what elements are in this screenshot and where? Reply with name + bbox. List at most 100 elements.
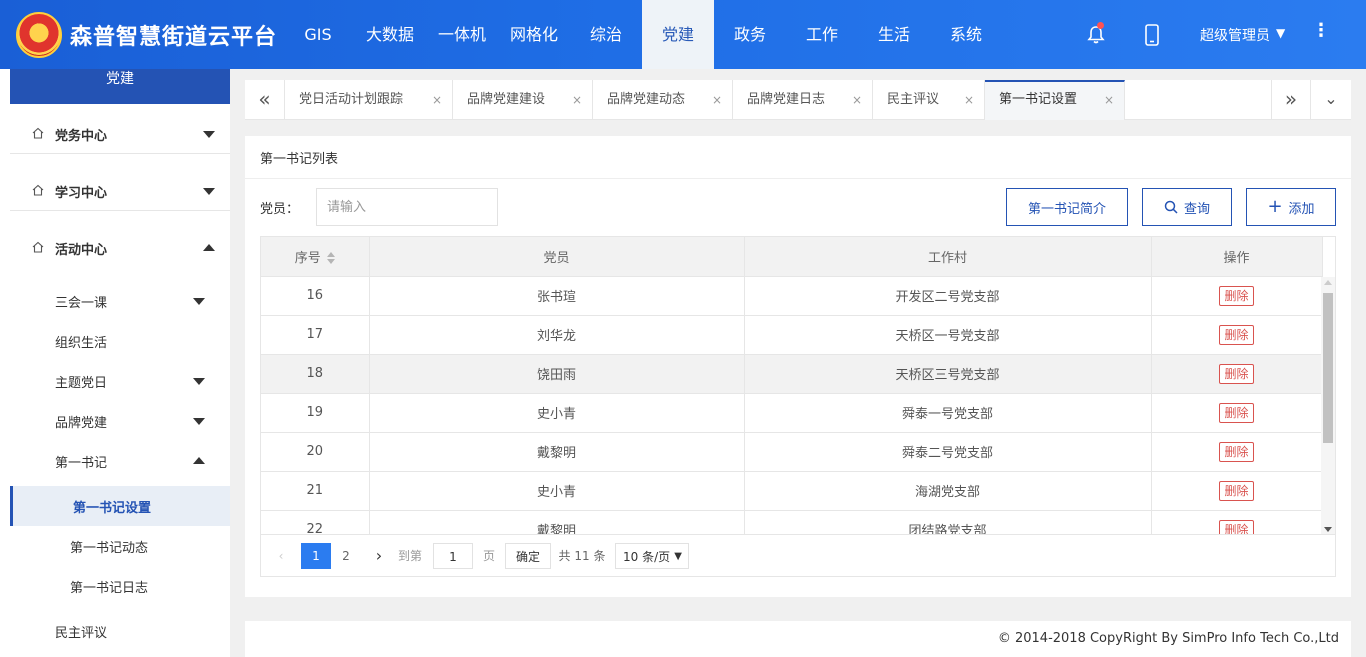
- table-row[interactable]: 16 张书瑄 开发区二号党支部 删除: [261, 276, 1323, 316]
- member-search-input[interactable]: [316, 188, 498, 226]
- next-page-icon[interactable]: ›: [369, 543, 389, 569]
- tab-scroll-right-icon[interactable]: »: [1271, 80, 1311, 120]
- close-icon[interactable]: ×: [1104, 82, 1114, 118]
- sidebar-cat-study[interactable]: 学习中心: [10, 171, 230, 211]
- table-row[interactable]: 19 史小青 舜泰一号党支部 删除: [261, 393, 1323, 433]
- cell-action: 删除: [1151, 276, 1323, 316]
- caret-down-icon[interactable]: ▼: [1276, 26, 1285, 40]
- tab-brand-log[interactable]: 品牌党建日志 ×: [733, 80, 873, 120]
- tab-menu-chevron-icon[interactable]: ⌄: [1311, 80, 1351, 120]
- chevron-up-icon[interactable]: [193, 457, 205, 464]
- add-button[interactable]: + 添加: [1246, 188, 1336, 226]
- table-row[interactable]: 22 戴黎明 团结路党支部 删除: [261, 510, 1323, 534]
- table-row[interactable]: 20 戴黎明 舜泰二号党支部 删除: [261, 432, 1323, 472]
- column-header-member: 党员: [369, 237, 745, 277]
- close-icon[interactable]: ×: [964, 80, 974, 120]
- sidebar-item-label: 第一书记设置: [73, 501, 152, 516]
- sidebar-item-theme-day[interactable]: 主题党日: [55, 372, 107, 391]
- table-row[interactable]: 18 饶田雨 天桥区三号党支部 删除: [261, 354, 1323, 394]
- cell-member: 戴黎明: [369, 510, 745, 534]
- delete-button[interactable]: 删除: [1219, 402, 1254, 423]
- page-2[interactable]: 2: [333, 543, 359, 569]
- column-header-village: 工作村: [744, 237, 1152, 277]
- delete-button[interactable]: 删除: [1219, 519, 1254, 534]
- delete-button[interactable]: 删除: [1219, 363, 1254, 384]
- search-label: 党员：: [260, 202, 300, 217]
- chevron-down-icon[interactable]: [193, 378, 205, 385]
- nav-item-governance[interactable]: 综治: [570, 0, 642, 69]
- tab-brand-build[interactable]: 品牌党建建设 ×: [453, 80, 593, 120]
- close-icon[interactable]: ×: [852, 80, 862, 120]
- tab-label: 第一书记设置: [999, 92, 1078, 107]
- scroll-down-icon[interactable]: [1324, 527, 1332, 532]
- more-vertical-icon[interactable]: ⋮: [1312, 22, 1330, 40]
- column-header-no[interactable]: 序号: [261, 237, 370, 277]
- delete-button[interactable]: 删除: [1219, 441, 1254, 462]
- sidebar-item-org-life[interactable]: 组织生活: [55, 332, 107, 351]
- cell-member: 刘华龙: [369, 315, 745, 355]
- table-scrollbar[interactable]: [1321, 277, 1335, 534]
- nav-item-bigdata[interactable]: 大数据: [354, 0, 426, 69]
- page-1[interactable]: 1: [301, 543, 331, 569]
- close-icon[interactable]: ×: [572, 80, 582, 120]
- nav-item-kiosk[interactable]: 一体机: [426, 0, 498, 69]
- sidebar-item-brand-party[interactable]: 品牌党建: [55, 412, 107, 431]
- cell-member: 张书瑄: [369, 276, 745, 316]
- close-icon[interactable]: ×: [432, 80, 442, 120]
- sidebar-item-first-secretary[interactable]: 第一书记: [55, 452, 107, 471]
- tab-first-secretary-settings[interactable]: 第一书记设置 ×: [985, 80, 1125, 120]
- page-size-select[interactable]: 10 条/页 ▼: [615, 543, 689, 569]
- sidebar-item-first-secretary-settings[interactable]: 第一书记设置: [10, 486, 230, 526]
- main-panel: 第一书记列表 党员： 第一书记简介 查询 + 添加 序号 党员 工作村 操作 1…: [245, 136, 1351, 597]
- cell-member: 史小青: [369, 471, 745, 511]
- sidebar-item-three-meetings[interactable]: 三会一课: [55, 292, 107, 311]
- tab-label: 党日活动计划跟踪: [299, 92, 404, 107]
- goto-page-input[interactable]: 1: [433, 543, 473, 569]
- scroll-up-icon[interactable]: [1324, 280, 1332, 285]
- bell-icon[interactable]: [1086, 25, 1106, 45]
- goto-confirm-button[interactable]: 确定: [505, 543, 551, 569]
- sidebar: 党建 党务中心 学习中心 活动中心 三会一课 组织生活 主题党日 品牌党建 第一…: [0, 69, 230, 657]
- delete-button[interactable]: 删除: [1219, 324, 1254, 345]
- sidebar-item-first-secretary-news[interactable]: 第一书记动态: [70, 537, 148, 556]
- tab-activity-plan[interactable]: 党日活动计划跟踪 ×: [285, 80, 453, 120]
- tab-brand-news[interactable]: 品牌党建动态 ×: [593, 80, 733, 120]
- nav-item-work[interactable]: 工作: [786, 0, 858, 69]
- nav-item-party[interactable]: 党建: [642, 0, 714, 69]
- footer: © 2014-2018 CopyRight By SimPro Info Tec…: [245, 621, 1351, 657]
- search-icon: [1164, 200, 1178, 214]
- button-label: 查询: [1183, 201, 1210, 217]
- prev-page-icon[interactable]: ‹: [273, 543, 289, 569]
- table-row[interactable]: 17 刘华龙 天桥区一号党支部 删除: [261, 315, 1323, 355]
- nav-item-government[interactable]: 政务: [714, 0, 786, 69]
- mobile-icon[interactable]: [1144, 24, 1160, 46]
- chevron-down-icon[interactable]: [193, 298, 205, 305]
- sidebar-item-first-secretary-log[interactable]: 第一书记日志: [70, 577, 148, 596]
- cell-no: 20: [261, 432, 370, 472]
- scrollbar-thumb[interactable]: [1323, 293, 1333, 443]
- nav-item-gis[interactable]: GIS: [282, 0, 354, 69]
- tab-democratic-review[interactable]: 民主评议 ×: [873, 80, 985, 120]
- user-menu[interactable]: 超级管理员: [1200, 25, 1270, 45]
- chevron-down-icon[interactable]: [193, 418, 205, 425]
- sort-icon[interactable]: [326, 252, 335, 265]
- chevron-up-icon: [203, 244, 215, 251]
- caret-down-icon: ▼: [674, 551, 682, 562]
- nav-item-grid[interactable]: 网格化: [498, 0, 570, 69]
- sidebar-cat-affairs[interactable]: 党务中心: [10, 114, 230, 154]
- first-secretary-intro-button[interactable]: 第一书记简介: [1006, 188, 1128, 226]
- nav-item-system[interactable]: 系统: [930, 0, 1002, 69]
- table-row[interactable]: 21 史小青 海湖党支部 删除: [261, 471, 1323, 511]
- tab-scroll-left-icon[interactable]: «: [245, 80, 285, 120]
- sidebar-cat-activity[interactable]: 活动中心: [10, 228, 230, 268]
- cell-village: 舜泰一号党支部: [744, 393, 1152, 433]
- table-header-row: 序号 党员 工作村 操作: [261, 237, 1323, 277]
- delete-button[interactable]: 删除: [1219, 480, 1254, 501]
- star-icon: ★: [31, 21, 44, 37]
- sidebar-cat-label: 活动中心: [55, 243, 108, 258]
- close-icon[interactable]: ×: [712, 80, 722, 120]
- delete-button[interactable]: 删除: [1219, 285, 1254, 306]
- nav-item-life[interactable]: 生活: [858, 0, 930, 69]
- query-button[interactable]: 查询: [1142, 188, 1232, 226]
- sidebar-item-democratic-review[interactable]: 民主评议: [55, 622, 107, 641]
